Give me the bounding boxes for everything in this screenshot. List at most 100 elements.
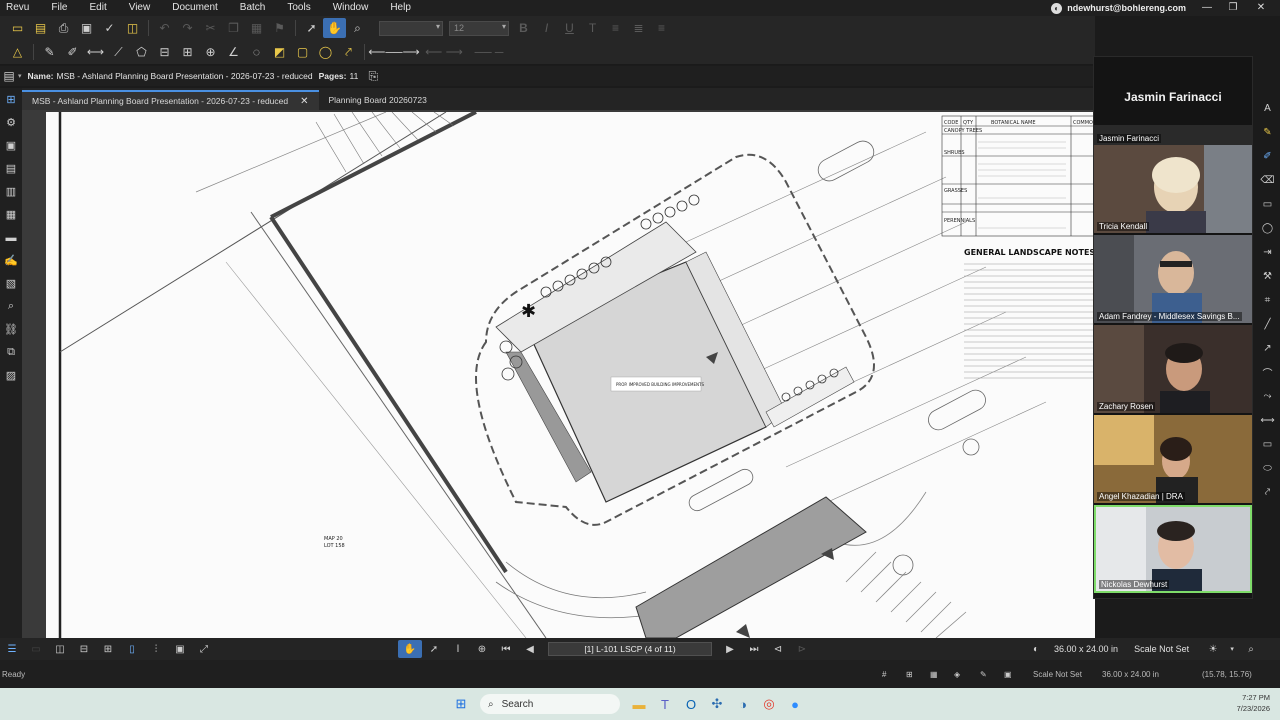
account[interactable]: ◐ ndewhurst@bohlereng.com: [1051, 0, 1186, 16]
undo-icon[interactable]: ↶: [153, 18, 176, 38]
participant-tile[interactable]: Jasmin Farinacci: [1094, 125, 1252, 145]
spellcheck-icon[interactable]: ✓: [98, 18, 121, 38]
pan-hand-icon[interactable]: ✋: [323, 18, 346, 38]
zoom-app-icon[interactable]: ●: [782, 691, 808, 717]
sync-icon[interactable]: ▣: [1004, 670, 1012, 679]
diameter-icon[interactable]: ⊕: [199, 42, 222, 62]
select-arrow-icon[interactable]: ➚: [422, 640, 446, 658]
paste-icon[interactable]: ▦: [245, 18, 268, 38]
arrow-style-icon[interactable]: ⟵ ⟶: [419, 42, 469, 62]
links-icon[interactable]: ⛓: [0, 318, 22, 341]
app-icon[interactable]: ✣: [704, 691, 730, 717]
align-center-icon[interactable]: ≣: [627, 18, 650, 38]
align-left-icon[interactable]: ≡: [604, 18, 627, 38]
select-text-icon[interactable]: Ⅰ: [446, 640, 470, 658]
print-icon[interactable]: ⎙: [52, 18, 75, 38]
next-page-icon[interactable]: ▶: [718, 640, 742, 658]
brush-icon[interactable]: ✐: [61, 42, 84, 62]
participant-tile[interactable]: Adam Fandrey - Middlesex Savings B...: [1094, 235, 1252, 323]
font-size-select[interactable]: 12 ▾: [449, 20, 509, 36]
arc-icon[interactable]: ⌒: [1255, 360, 1280, 384]
menu-document[interactable]: Document: [161, 0, 229, 16]
save-icon[interactable]: ▣: [75, 18, 98, 38]
drawing-sheet[interactable]: ✱ PROP. IMPROVED BUILDING IMPROVEMENTS C…: [46, 112, 1095, 638]
file-explorer-icon[interactable]: ▬: [626, 691, 652, 717]
close-icon[interactable]: ✕: [300, 96, 308, 107]
single-page-icon[interactable]: ▯: [120, 640, 144, 658]
callout-tool-icon[interactable]: ⤤: [1255, 480, 1280, 504]
sets-icon[interactable]: ▦: [0, 203, 22, 226]
stack-icon[interactable]: ⧉: [0, 341, 22, 364]
perimeter-icon[interactable]: ⊟: [153, 42, 176, 62]
dimension-icon[interactable]: ⟷: [84, 42, 107, 62]
outlook-icon[interactable]: O: [678, 691, 704, 717]
arrow-line-icon[interactable]: ↗: [1255, 336, 1280, 360]
cut-icon[interactable]: ✂: [199, 18, 222, 38]
grid-icon[interactable]: #: [882, 670, 886, 679]
taskbar-search[interactable]: ⌕ Search: [480, 694, 620, 714]
first-page-icon[interactable]: ⏮: [494, 640, 518, 658]
layers-icon[interactable]: ▧: [0, 272, 22, 295]
edit-properties-icon[interactable]: ⎘: [364, 66, 382, 86]
italic-icon[interactable]: I: [535, 18, 558, 38]
drawing-canvas[interactable]: ✱ PROP. IMPROVED BUILDING IMPROVEMENTS C…: [22, 110, 1095, 638]
cloud-icon[interactable]: ◩: [268, 42, 291, 62]
crop-icon[interactable]: ⌗: [1255, 288, 1280, 312]
new-document-icon[interactable]: ▭: [6, 18, 29, 38]
format-painter-icon[interactable]: ⚑: [268, 18, 291, 38]
highlighter-icon[interactable]: ✎: [1255, 120, 1280, 144]
participant-tile-speaking[interactable]: Nickolas Dewhurst: [1094, 505, 1252, 593]
pen-tool-icon[interactable]: ✐: [1255, 144, 1280, 168]
redo-icon[interactable]: ↷: [176, 18, 199, 38]
menu-edit[interactable]: Edit: [78, 0, 117, 16]
radius-icon[interactable]: ◌: [245, 42, 268, 62]
brightness-icon[interactable]: ☀: [1201, 640, 1225, 658]
highlight-icon[interactable]: △: [6, 42, 29, 62]
chevron-down-icon[interactable]: ▾: [1225, 640, 1239, 658]
menu-view[interactable]: View: [118, 0, 162, 16]
chevron-down-icon[interactable]: ▾: [18, 72, 22, 80]
status-scale[interactable]: Scale Not Set: [1033, 670, 1082, 679]
line-end-icon[interactable]: ── ─: [469, 42, 509, 62]
reuse-icon[interactable]: ✎: [980, 670, 987, 679]
chrome-icon[interactable]: ◎: [756, 691, 782, 717]
arrow-tool-icon[interactable]: ⇥: [1255, 240, 1280, 264]
fit-page-icon[interactable]: ▣: [168, 640, 192, 658]
text-color-icon[interactable]: T: [581, 18, 604, 38]
measurements-icon[interactable]: ▬: [0, 226, 22, 249]
bluebeam-icon[interactable]: ◑: [730, 691, 756, 717]
flatten-icon[interactable]: ◫: [121, 18, 144, 38]
restore-button[interactable]: ❐: [1220, 0, 1246, 16]
participant-tile[interactable]: Zachary Rosen: [1094, 325, 1252, 413]
tab-planning-board[interactable]: Planning Board 20260723: [319, 90, 437, 110]
count-icon[interactable]: ⊞: [176, 42, 199, 62]
copy-icon[interactable]: ❐: [222, 18, 245, 38]
last-page-icon[interactable]: ⏭: [742, 640, 766, 658]
studio-panel-icon[interactable]: ▣: [0, 134, 22, 157]
split-vertical-icon[interactable]: ◫: [48, 640, 72, 658]
callout-icon[interactable]: ⤤: [337, 42, 360, 62]
search-panel-icon[interactable]: ⌕: [0, 295, 22, 318]
minimize-button[interactable]: —: [1194, 0, 1220, 16]
menu-window[interactable]: Window: [322, 0, 380, 16]
participant-tile[interactable]: Angel Khazadian | DRA: [1094, 415, 1252, 503]
fit-width-icon[interactable]: ⤢: [192, 640, 216, 658]
thumbnails-icon[interactable]: ⊞: [0, 88, 22, 111]
snap-content-icon[interactable]: ▦: [930, 670, 938, 679]
eraser-icon[interactable]: ⌫: [1255, 168, 1280, 192]
bold-icon[interactable]: B: [512, 18, 535, 38]
page-indicator[interactable]: [1] L-101 LSCP (4 of 11): [548, 642, 712, 656]
markups-list-icon[interactable]: ▨: [0, 364, 22, 387]
previous-view-icon[interactable]: ⊲: [766, 640, 790, 658]
line-style-icon[interactable]: ⟵──⟶: [368, 42, 419, 62]
file-access-icon[interactable]: ▥: [0, 180, 22, 203]
list-view-icon[interactable]: ☰: [0, 640, 24, 658]
pen-icon[interactable]: ✎: [38, 42, 61, 62]
participant-tile[interactable]: Tricia Kendall: [1094, 145, 1252, 233]
dimension-tool-icon[interactable]: ⟷: [1255, 408, 1280, 432]
magnifier-icon[interactable]: ⌕: [1239, 640, 1263, 658]
shapes-icon[interactable]: ◯: [1255, 216, 1280, 240]
close-button[interactable]: ✕: [1248, 0, 1274, 16]
snapshot-icon[interactable]: ⊞: [96, 640, 120, 658]
menu-revu[interactable]: Revu: [0, 0, 40, 16]
